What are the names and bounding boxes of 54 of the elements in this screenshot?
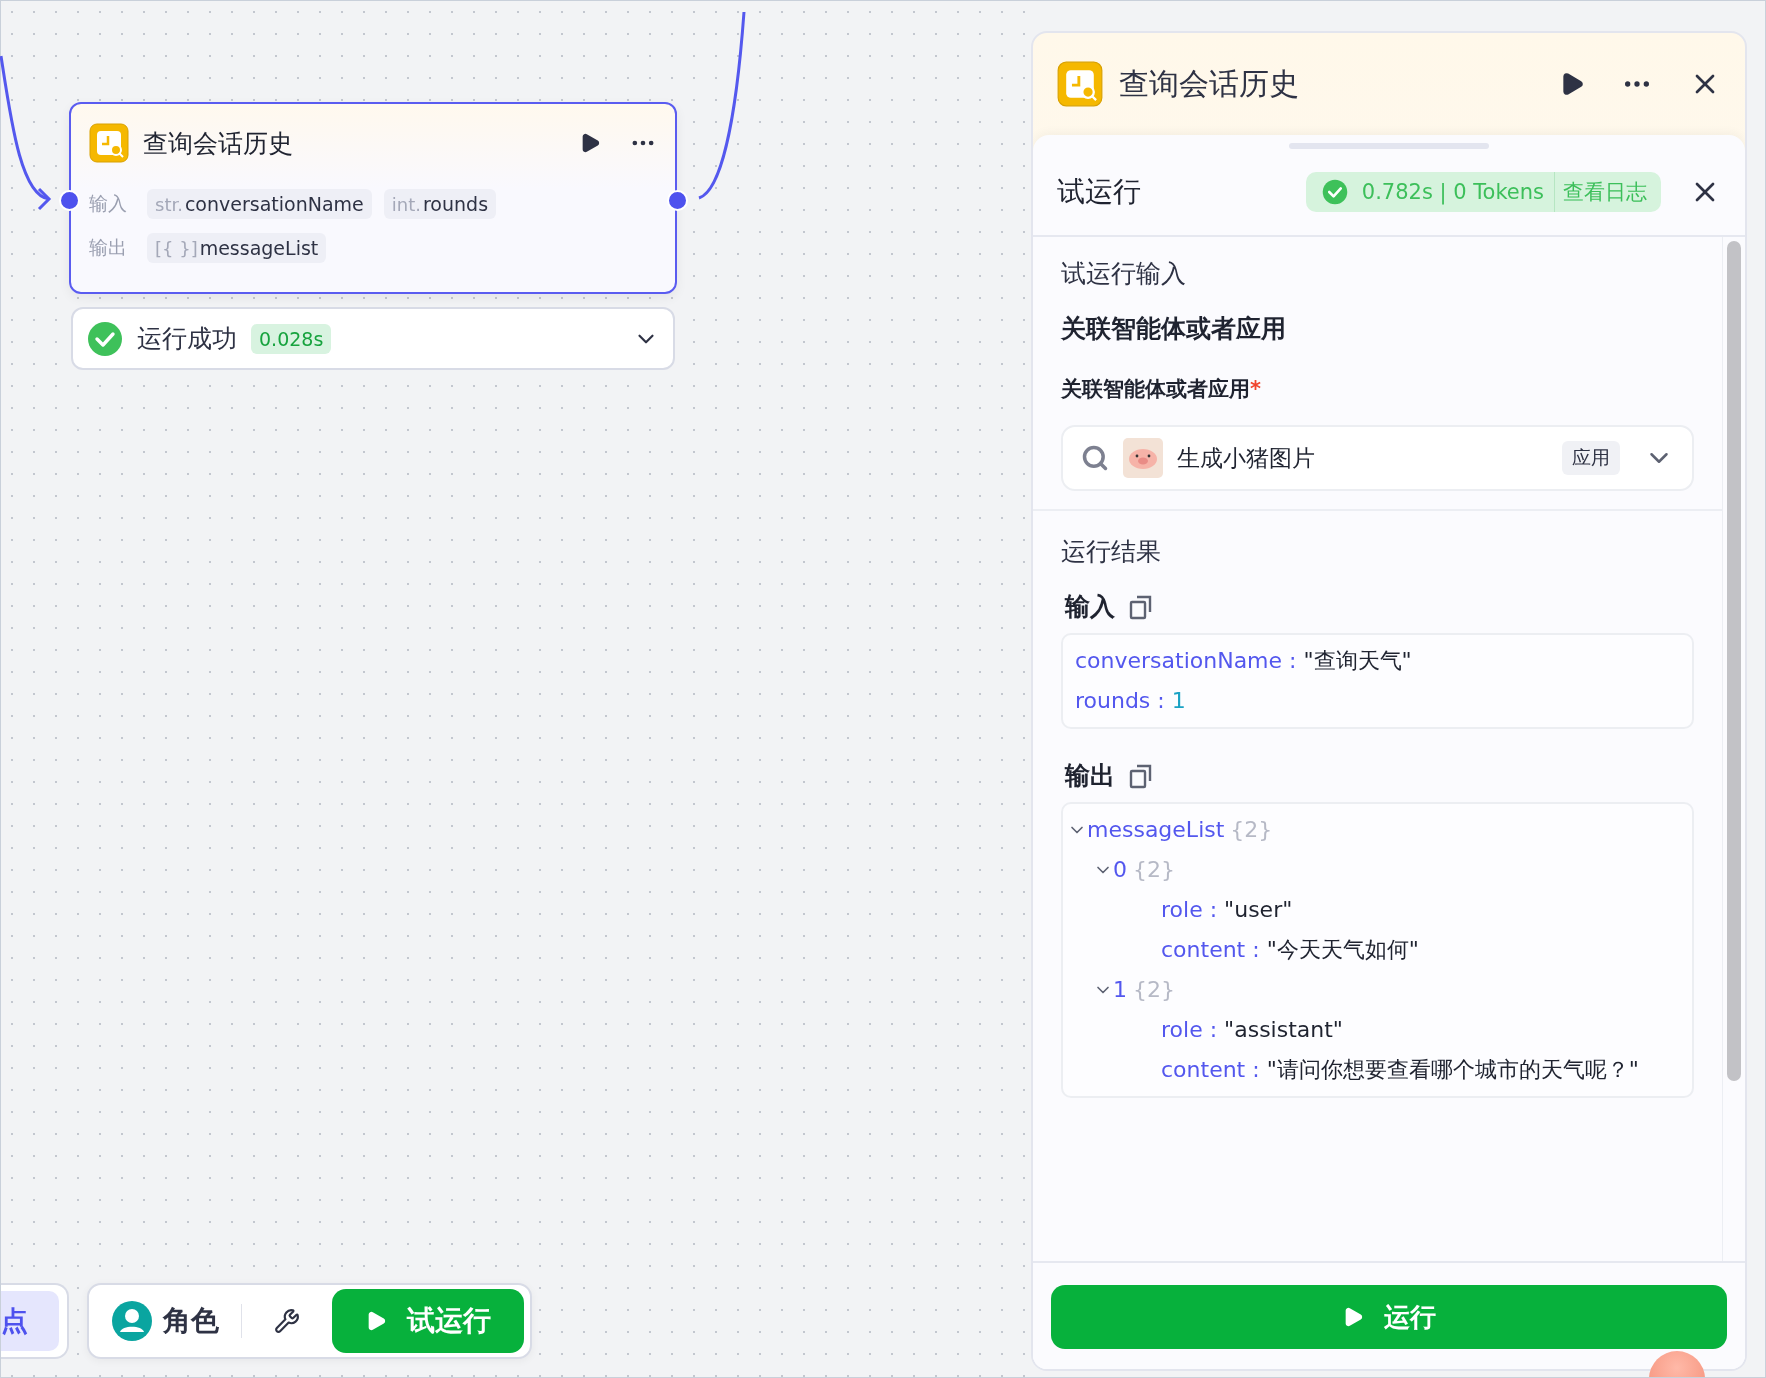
section-heading: 试运行输入 (1061, 258, 1187, 290)
tree-key: content : (1161, 1050, 1267, 1090)
tree-value: "user" (1224, 896, 1293, 924)
tree-key: 0 (1113, 850, 1127, 890)
tree-key: role : (1161, 1010, 1225, 1050)
output-label: 输出 (1065, 760, 1115, 792)
drag-handle[interactable] (1289, 143, 1489, 149)
role-button[interactable]: 角色 (95, 1300, 227, 1342)
tree-value: "今天天气如何" (1266, 936, 1419, 964)
copy-icon[interactable] (1129, 593, 1153, 620)
search-icon (1081, 444, 1109, 472)
variable-chip: [{ }]messageList (147, 233, 327, 263)
selected-app: 生成小猪图片 (1177, 443, 1316, 473)
check-icon (1321, 179, 1348, 205)
node-card[interactable]: 查询会话历史 输入 str.conversationName int.rounds 输出 [{ }]messageList (69, 102, 677, 294)
scrollbar[interactable] (1727, 241, 1741, 1081)
json-value: "查询天气" (1303, 647, 1412, 675)
tree-key: content : (1161, 930, 1267, 970)
tree-value: "assistant" (1224, 1016, 1343, 1044)
node-title: 查询会话历史 (143, 127, 294, 160)
copy-icon[interactable] (1129, 762, 1153, 789)
variable-chip: str.conversationName (147, 189, 372, 219)
app-select[interactable]: 生成小猪图片 应用 (1061, 425, 1694, 491)
tree-value: "请问你想要查看哪个城市的天气呢？" (1266, 1056, 1639, 1084)
variable-chip: int.rounds (383, 189, 497, 219)
item-count: {2} (1133, 976, 1175, 1004)
avatar-icon (111, 1300, 153, 1342)
tree-key: messageList (1087, 810, 1225, 850)
item-count: {2} (1133, 856, 1175, 884)
status-label: 运行成功 (137, 323, 237, 355)
run-status-bar[interactable]: 运行成功 0.028s (71, 307, 675, 370)
check-icon (87, 320, 123, 357)
app-icon (89, 123, 129, 163)
section-heading: 运行结果 (1061, 536, 1162, 568)
required-mark: * (1250, 377, 1261, 401)
field-label: 关联智能体或者应用* (1061, 376, 1262, 403)
type-tag: 应用 (1562, 441, 1620, 475)
toolbar-button[interactable]: 点 (1, 1291, 59, 1351)
duration-tag: 0.028s (251, 323, 332, 354)
panel-title: 查询会话历史 (1119, 64, 1300, 103)
run-stats: 0.782s | 0 Tokens (1360, 180, 1545, 204)
json-key: conversationName : (1075, 641, 1304, 681)
app-icon (1057, 61, 1103, 107)
pig-icon (1123, 438, 1163, 478)
tree-key: 1 (1113, 970, 1127, 1010)
port-label: 输入 (89, 191, 128, 216)
input-label: 输入 (1065, 591, 1115, 623)
port-label: 输出 (89, 235, 128, 260)
tree-key: role : (1161, 890, 1225, 930)
sheet-title: 试运行 (1057, 174, 1142, 210)
json-value: 1 (1171, 687, 1186, 715)
item-count: {2} (1230, 816, 1273, 844)
group-title: 关联智能体或者应用 (1061, 313, 1287, 345)
json-key: rounds : (1075, 681, 1172, 721)
